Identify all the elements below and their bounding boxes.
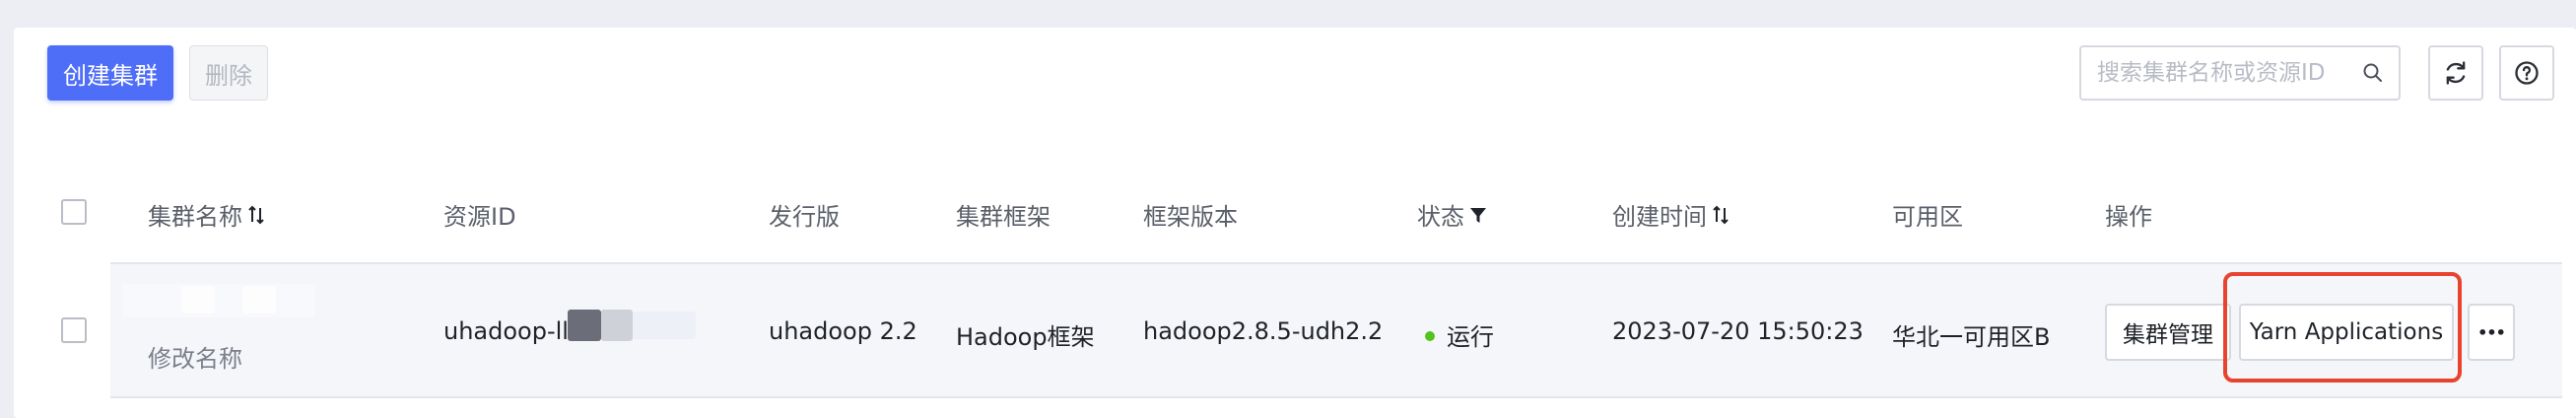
cluster-name-redacted: [122, 284, 315, 317]
zone: 华北一可用区B: [1892, 323, 2051, 351]
resource-id-redacted: [568, 310, 601, 341]
sort-icon[interactable]: [246, 204, 266, 226]
delete-button[interactable]: 删除: [189, 45, 268, 101]
select-all-checkbox[interactable]: [61, 199, 87, 225]
column-header-cluster-name[interactable]: 集群名称: [148, 197, 266, 232]
column-header-actions: 操作: [2105, 203, 2152, 231]
row-checkbox[interactable]: [61, 317, 87, 343]
filter-icon[interactable]: [1468, 204, 1488, 226]
sort-icon[interactable]: [1711, 204, 1730, 226]
help-button[interactable]: [2499, 45, 2554, 101]
created-at: 2023-07-20 15:50:23: [1612, 317, 1864, 345]
column-header-created-at[interactable]: 创建时间: [1612, 197, 1730, 232]
column-header-resource-id: 资源ID: [443, 203, 516, 231]
more-actions-button[interactable]: •••: [2468, 304, 2515, 361]
column-header-distribution: 发行版: [769, 203, 840, 231]
refresh-button[interactable]: [2428, 45, 2483, 101]
create-cluster-button[interactable]: 创建集群: [47, 45, 173, 101]
cluster-manage-button[interactable]: 集群管理: [2105, 304, 2231, 361]
framework-version: hadoop2.8.5-udh2.2: [1143, 317, 1384, 345]
search-box[interactable]: [2079, 45, 2401, 101]
highlight-annotation: [2223, 272, 2462, 383]
search-input[interactable]: [2097, 47, 2363, 99]
help-icon: [2515, 61, 2539, 85]
column-header-status[interactable]: 状态: [1417, 197, 1488, 232]
column-header-zone: 可用区: [1892, 203, 1963, 231]
rename-link[interactable]: 修改名称: [148, 339, 242, 374]
column-header-framework-version: 框架版本: [1143, 203, 1238, 231]
refresh-icon: [2446, 61, 2466, 85]
column-header-framework: 集群框架: [956, 203, 1051, 231]
distribution: uhadoop 2.2: [769, 317, 917, 345]
resource-id: uhadoop-llr: [443, 317, 578, 345]
framework: Hadoop框架: [956, 323, 1095, 351]
status-dot-icon: [1425, 331, 1435, 341]
search-icon[interactable]: [2361, 61, 2385, 85]
status-badge: 运行: [1425, 317, 1494, 352]
